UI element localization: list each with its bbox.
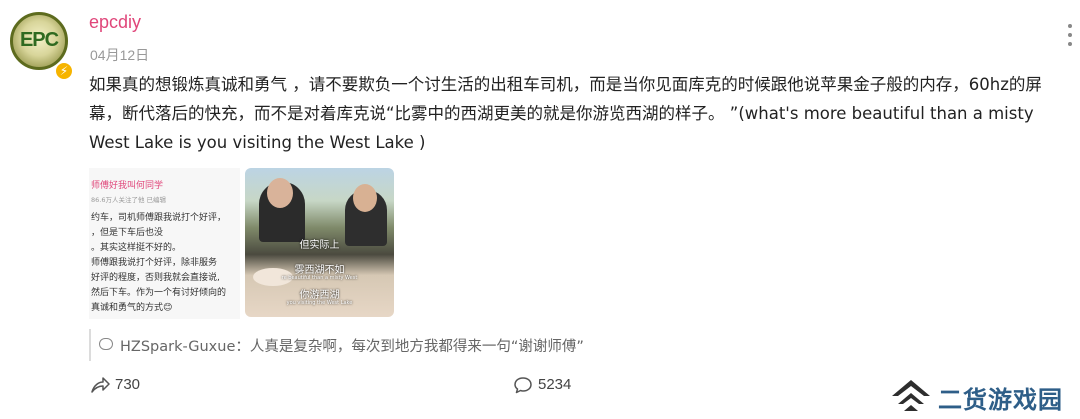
image-text-line: 师傅跟我说打个好评，除非服务: [91, 258, 218, 268]
verified-badge-icon: ⚡: [54, 61, 74, 81]
photo-caption: 但实际上: [299, 240, 340, 251]
post-image-photo[interactable]: 但实际上 雾西湖不如 re beautiful than a misty Wes…: [245, 168, 394, 317]
top-comment[interactable]: HZSpark-Guxue：人真是复杂啊，每次到地方我都得来一句“谢谢师傅”: [89, 329, 1053, 361]
username[interactable]: epcdiy: [89, 12, 141, 33]
watermark: 二货游戏园: [886, 374, 1076, 414]
image-text-line: 好评的程度，否则我就会直接说,: [91, 273, 220, 283]
comment-text: HZSpark-Guxue：人真是复杂啊，每次到地方我都得来一句“谢谢师傅”: [120, 339, 584, 355]
image-text-line: 。其实这样挺不好的。: [91, 243, 182, 253]
photo-face-left: [267, 178, 293, 208]
photo-caption: 雾西湖不如: [294, 265, 345, 276]
share-count: 730: [115, 376, 141, 393]
comment-bubble-icon: [99, 338, 113, 350]
watermark-logo-icon: [892, 380, 930, 411]
photo-caption-en: re beautiful than a misty West: [281, 275, 358, 281]
post-image-screenshot[interactable]: 师傅好我叫何同学 86.6万人关注了他 已编辑 约车，司机师傅跟我说打个好评， …: [89, 168, 240, 319]
photo-caption-en: you visiting the West Lake: [286, 300, 353, 306]
photo-face-right: [353, 184, 377, 212]
image-header-text: 师傅好我叫何同学: [91, 181, 164, 191]
image-text-line: ，但是下车后也没: [91, 228, 164, 238]
watermark-text: 二货游戏园: [938, 386, 1063, 414]
image-subheader-text: 86.6万人关注了他 已编辑: [91, 196, 167, 204]
post-date: 04月12日: [90, 47, 150, 63]
comment-count: 5234: [538, 376, 572, 393]
more-options-icon[interactable]: [1066, 24, 1074, 52]
share-button[interactable]: 730: [90, 375, 160, 397]
post-text: 如果真的想锻炼真诚和勇气 ，请不要欺负一个讨生活的出租车司机，而是当你见面库克的…: [89, 75, 1042, 152]
avatar[interactable]: EPC ⚡: [10, 12, 74, 81]
photo-caption: 你游西湖: [299, 290, 340, 301]
avatar-logo-text: EPC: [19, 29, 59, 51]
post-card: EPC ⚡ epcdiy 04月12日 如果真的想锻炼真诚和勇气 ，请不要欺负一…: [0, 0, 1080, 419]
image-text-line: 真诚和勇气的方式😊: [91, 303, 173, 313]
comment-icon: [514, 377, 532, 394]
comment-button[interactable]: 5234: [513, 375, 593, 397]
image-text-line: 约车，司机师傅跟我说打个好评，: [91, 213, 227, 223]
share-arrow-icon: [91, 377, 110, 393]
image-text-line: 然后下车。作为一个有讨好倾向的: [91, 288, 227, 298]
